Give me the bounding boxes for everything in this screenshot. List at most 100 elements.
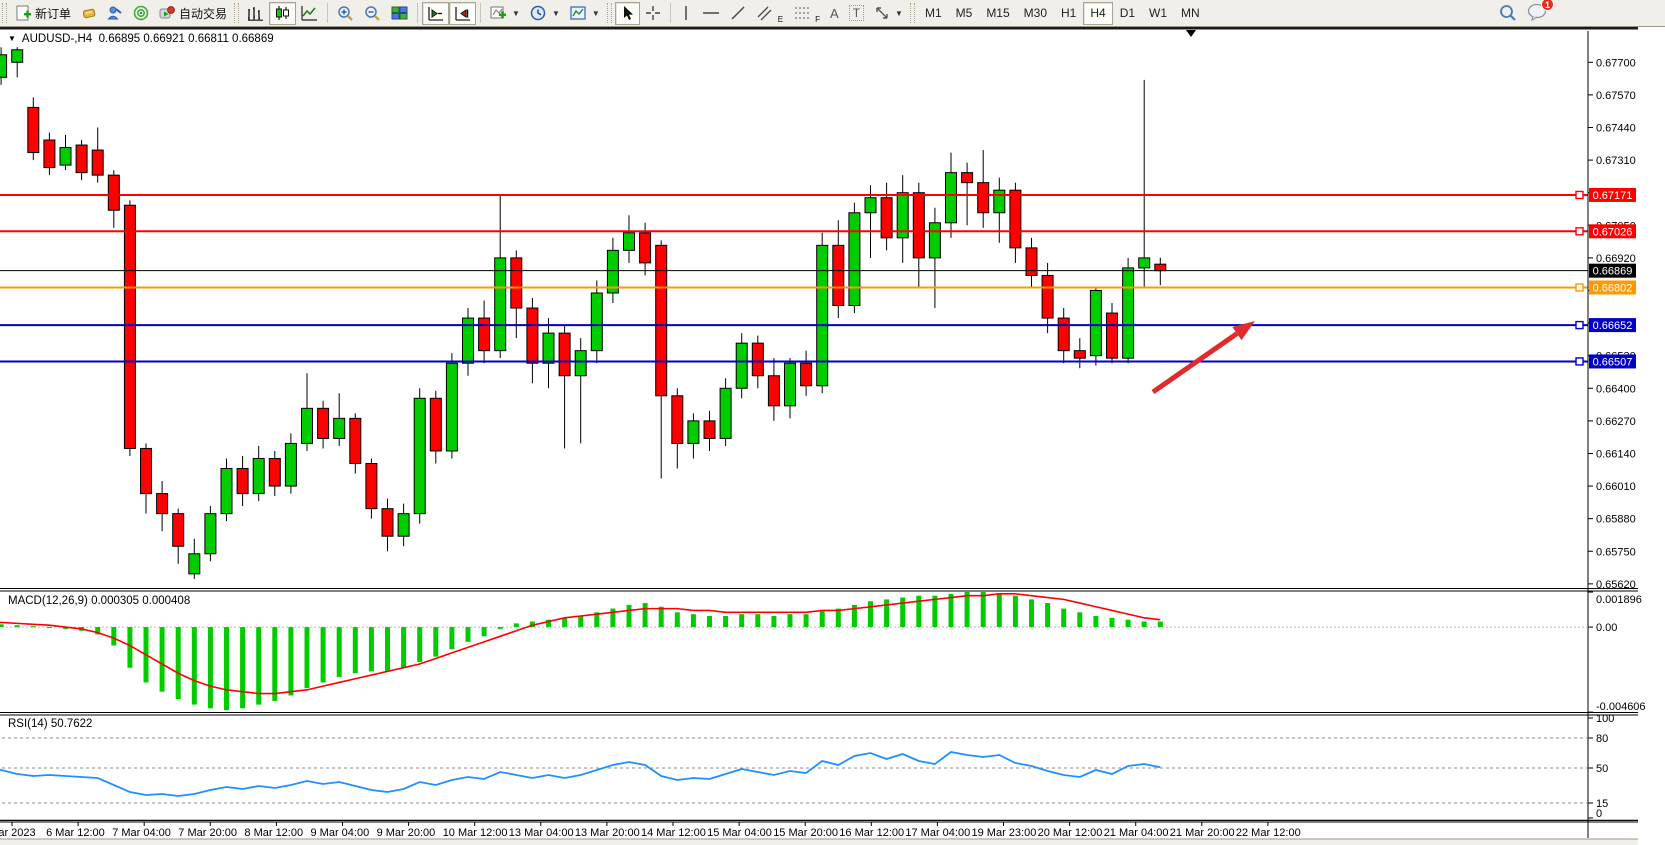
candle-bullish	[720, 388, 731, 438]
level-handle-0.66507[interactable]	[1576, 358, 1583, 365]
timeframe-m15[interactable]: M15	[979, 2, 1016, 25]
candle-bearish	[962, 173, 973, 183]
rsi-axis-label: 80	[1596, 733, 1608, 745]
market-watch-button[interactable]	[102, 2, 128, 25]
candle-bearish	[913, 193, 924, 258]
arrows-tool[interactable]: ▼	[869, 2, 908, 25]
text-tool[interactable]: A	[825, 2, 844, 25]
timeframe-d1[interactable]: D1	[1113, 2, 1142, 25]
notifications-button[interactable]: 1	[1527, 3, 1547, 24]
price-tick-label: 0.67310	[1596, 155, 1636, 167]
horizontal-line-icon	[702, 5, 720, 21]
horizontal-line-tool[interactable]	[697, 2, 725, 25]
candle-bearish	[656, 245, 667, 395]
periods-button[interactable]: ▼	[525, 2, 565, 25]
candle-bullish	[12, 50, 23, 63]
bar-chart-button[interactable]	[242, 2, 269, 25]
rsi-axis-label: 0	[1596, 808, 1602, 820]
auto-trading-label: 自动交易	[179, 5, 227, 22]
auto-trading-button[interactable]: 自动交易	[154, 2, 232, 25]
main-toolbar: 新订单 自动交易	[0, 0, 1665, 27]
macd-values: 0.000305 0.000408	[91, 595, 190, 607]
toolbar-grip[interactable]	[910, 3, 915, 23]
candle-bullish	[302, 408, 313, 443]
cursor-tool-button[interactable]	[615, 2, 640, 25]
candle-bearish	[237, 469, 248, 494]
price-tick-label: 0.66010	[1596, 481, 1636, 493]
macd-bar	[111, 627, 116, 645]
auto-scroll-button[interactable]	[422, 2, 449, 25]
zoom-out-button[interactable]	[359, 2, 386, 25]
toolbox-button[interactable]	[76, 2, 102, 25]
candle-bullish	[1123, 268, 1134, 358]
candle-bearish	[124, 205, 135, 448]
trendline-tool[interactable]	[725, 2, 751, 25]
candle-bullish	[60, 148, 71, 166]
crosshair-tool-button[interactable]	[640, 2, 666, 25]
channel-letter: E	[778, 15, 783, 24]
level-handle-0.66652[interactable]	[1576, 322, 1583, 329]
text-label-tool[interactable]: T	[844, 2, 869, 25]
line-chart-button[interactable]	[296, 2, 323, 25]
new-order-label: 新订单	[35, 5, 71, 22]
macd-bar	[900, 598, 905, 628]
macd-bar	[353, 627, 358, 673]
price-tick-label: 0.65880	[1596, 514, 1636, 526]
macd-bar	[224, 627, 229, 710]
candle-bullish	[994, 190, 1005, 213]
level-handle-0.67171[interactable]	[1576, 191, 1583, 198]
candle-bullish	[334, 418, 345, 438]
macd-bar	[788, 614, 793, 627]
toolbar-grip[interactable]	[2, 3, 7, 23]
level-handle-0.67026[interactable]	[1576, 228, 1583, 235]
level-handle-0.66802[interactable]	[1576, 284, 1583, 291]
candle-bearish	[1010, 190, 1021, 248]
zoom-in-button[interactable]	[332, 2, 359, 25]
timeframe-m30[interactable]: M30	[1017, 2, 1054, 25]
macd-bar	[305, 627, 310, 688]
candle-bearish	[1074, 351, 1085, 359]
signals-button[interactable]	[128, 2, 154, 25]
price-tick-label: 0.66920	[1596, 253, 1636, 265]
macd-bar	[932, 596, 937, 627]
timeframe-h4[interactable]: H4	[1083, 2, 1112, 25]
vertical-line-icon	[680, 5, 692, 21]
collapse-triangle-icon[interactable]: ▼	[8, 34, 16, 43]
clock-icon	[530, 5, 547, 22]
chart-background	[0, 27, 1638, 845]
vertical-line-tool[interactable]	[675, 2, 697, 25]
date-label: 22 Mar 12:00	[1236, 827, 1301, 839]
rsi-axis-label: 50	[1596, 763, 1608, 775]
new-order-button[interactable]: 新订单	[10, 2, 76, 25]
macd-indicator-label: MACD(12,26,9) 0.000305 0.000408	[8, 595, 190, 607]
timeframe-h1[interactable]: H1	[1054, 2, 1083, 25]
chart-shift-button[interactable]	[449, 2, 476, 25]
timeframe-w1[interactable]: W1	[1142, 2, 1174, 25]
price-tag-label: 0.66869	[1593, 266, 1633, 278]
fibonacci-tool[interactable]: F	[788, 2, 825, 25]
indicators-button[interactable]: ▼	[485, 2, 525, 25]
templates-button[interactable]: ▼	[565, 2, 605, 25]
candle-bearish	[366, 464, 377, 509]
toolbar-grip[interactable]	[234, 3, 239, 23]
date-label: 13 Mar 04:00	[509, 827, 574, 839]
candle-bullish	[253, 458, 264, 493]
timeframe-mn[interactable]: MN	[1174, 2, 1207, 25]
signals-icon	[133, 5, 149, 21]
candle-bearish	[801, 363, 812, 386]
candle-bearish	[768, 376, 779, 406]
chart-window: 0.677000.675700.674400.673100.671800.670…	[0, 27, 1665, 845]
timeframe-m1[interactable]: M1	[918, 2, 949, 25]
price-tick-label: 0.65750	[1596, 546, 1636, 558]
candle-bearish	[382, 509, 393, 537]
tile-windows-button[interactable]	[386, 2, 413, 25]
toolbar-grip[interactable]	[607, 3, 612, 23]
chart-title: ▼AUDUSD-,H4 0.66895 0.66921 0.66811 0.66…	[8, 33, 274, 45]
search-icon[interactable]	[1499, 4, 1517, 22]
chart-shift-icon	[454, 5, 471, 21]
candle-bullish	[946, 173, 957, 223]
timeframe-m5[interactable]: M5	[949, 2, 980, 25]
candlestick-chart-button[interactable]	[269, 2, 296, 25]
macd-bar	[1029, 599, 1034, 627]
channel-tool[interactable]: E	[751, 2, 788, 25]
